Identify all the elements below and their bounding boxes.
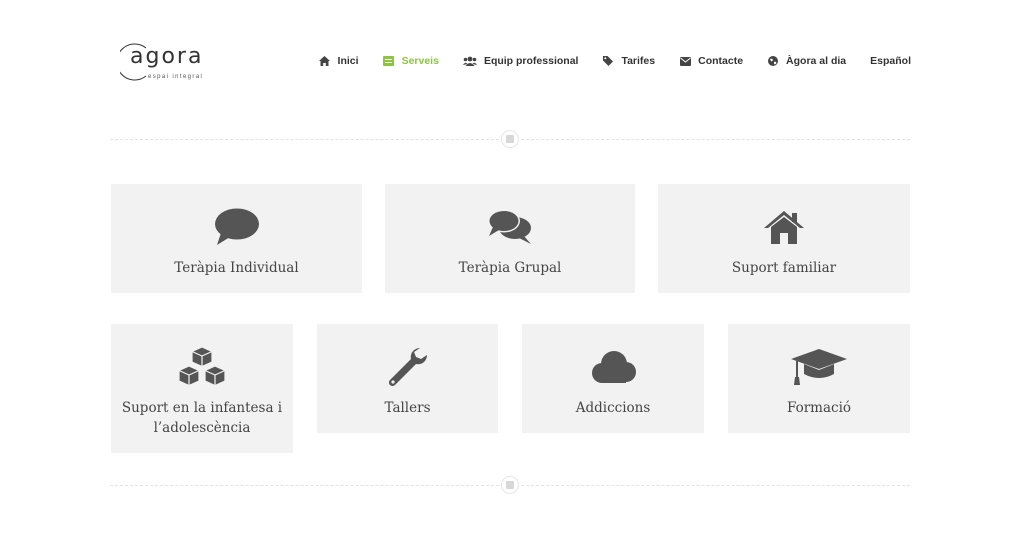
list-icon bbox=[383, 55, 395, 67]
service-label: Addiccions bbox=[575, 400, 651, 416]
nav-label-tarifes: Tarifes bbox=[621, 55, 656, 67]
logo-word: agora bbox=[130, 44, 204, 69]
service-label: Teràpia Grupal bbox=[458, 260, 562, 276]
tag-icon bbox=[602, 55, 614, 67]
globe-icon bbox=[767, 55, 779, 67]
wrench-icon bbox=[387, 346, 429, 388]
nav-item-agora-al-dia[interactable]: Àgora al dia bbox=[767, 55, 846, 67]
nav-label-contacte: Contacte bbox=[698, 55, 744, 67]
home-icon bbox=[319, 55, 331, 67]
nav-label-agora-al-dia: Àgora al dia bbox=[786, 55, 847, 67]
nav-label-inici: Inici bbox=[337, 55, 359, 67]
nav-item-contacte[interactable]: Contacte bbox=[679, 55, 743, 67]
service-label: Tallers bbox=[384, 400, 431, 416]
nav-item-tarifes[interactable]: Tarifes bbox=[602, 55, 655, 67]
logo[interactable]: agora espai integral bbox=[120, 42, 220, 86]
service-card-suport-infantesa[interactable]: Suport en la infantesa i l’adolescència bbox=[111, 324, 293, 453]
service-label: Suport en la infantesa i l’adolescència bbox=[121, 400, 283, 436]
service-card-tallers[interactable]: Tallers bbox=[317, 324, 498, 433]
nav-label-language: Español bbox=[870, 55, 911, 67]
service-label: Formació bbox=[786, 400, 852, 416]
nav-label-equip: Equip professional bbox=[483, 55, 579, 67]
nav-label-serveis: Serveis bbox=[401, 55, 439, 67]
service-label: Teràpia Individual bbox=[174, 260, 299, 276]
service-card-terapia-grupal[interactable]: Teràpia Grupal bbox=[385, 184, 635, 293]
nav-item-equip[interactable]: Equip professional bbox=[462, 55, 579, 67]
section-divider-top bbox=[110, 130, 910, 148]
main-nav: Inici Serveis Equip professional Tarifes… bbox=[295, 55, 911, 67]
service-card-suport-familiar[interactable]: Suport familiar bbox=[658, 184, 910, 293]
nav-item-language[interactable]: Español bbox=[870, 55, 911, 67]
envelope-icon bbox=[679, 55, 691, 67]
home-icon bbox=[763, 206, 805, 248]
service-card-formacio[interactable]: Formació bbox=[728, 324, 910, 433]
divider-knob-icon bbox=[501, 130, 519, 148]
service-card-addiccions[interactable]: Addiccions bbox=[522, 324, 704, 433]
nav-item-inici[interactable]: Inici bbox=[319, 55, 359, 67]
nav-item-serveis[interactable]: Serveis bbox=[383, 55, 439, 67]
graduation-cap-icon bbox=[790, 346, 848, 388]
comment-icon bbox=[214, 206, 260, 248]
logo-tagline: espai integral bbox=[148, 74, 204, 80]
section-divider-bottom bbox=[110, 476, 910, 494]
service-card-terapia-individual[interactable]: Teràpia Individual bbox=[111, 184, 362, 293]
users-icon bbox=[462, 55, 477, 67]
cloud-icon bbox=[589, 346, 637, 388]
cubes-icon bbox=[174, 346, 230, 388]
service-label: Suport familiar bbox=[731, 260, 837, 276]
comments-icon bbox=[487, 206, 533, 248]
divider-knob-icon bbox=[501, 476, 519, 494]
